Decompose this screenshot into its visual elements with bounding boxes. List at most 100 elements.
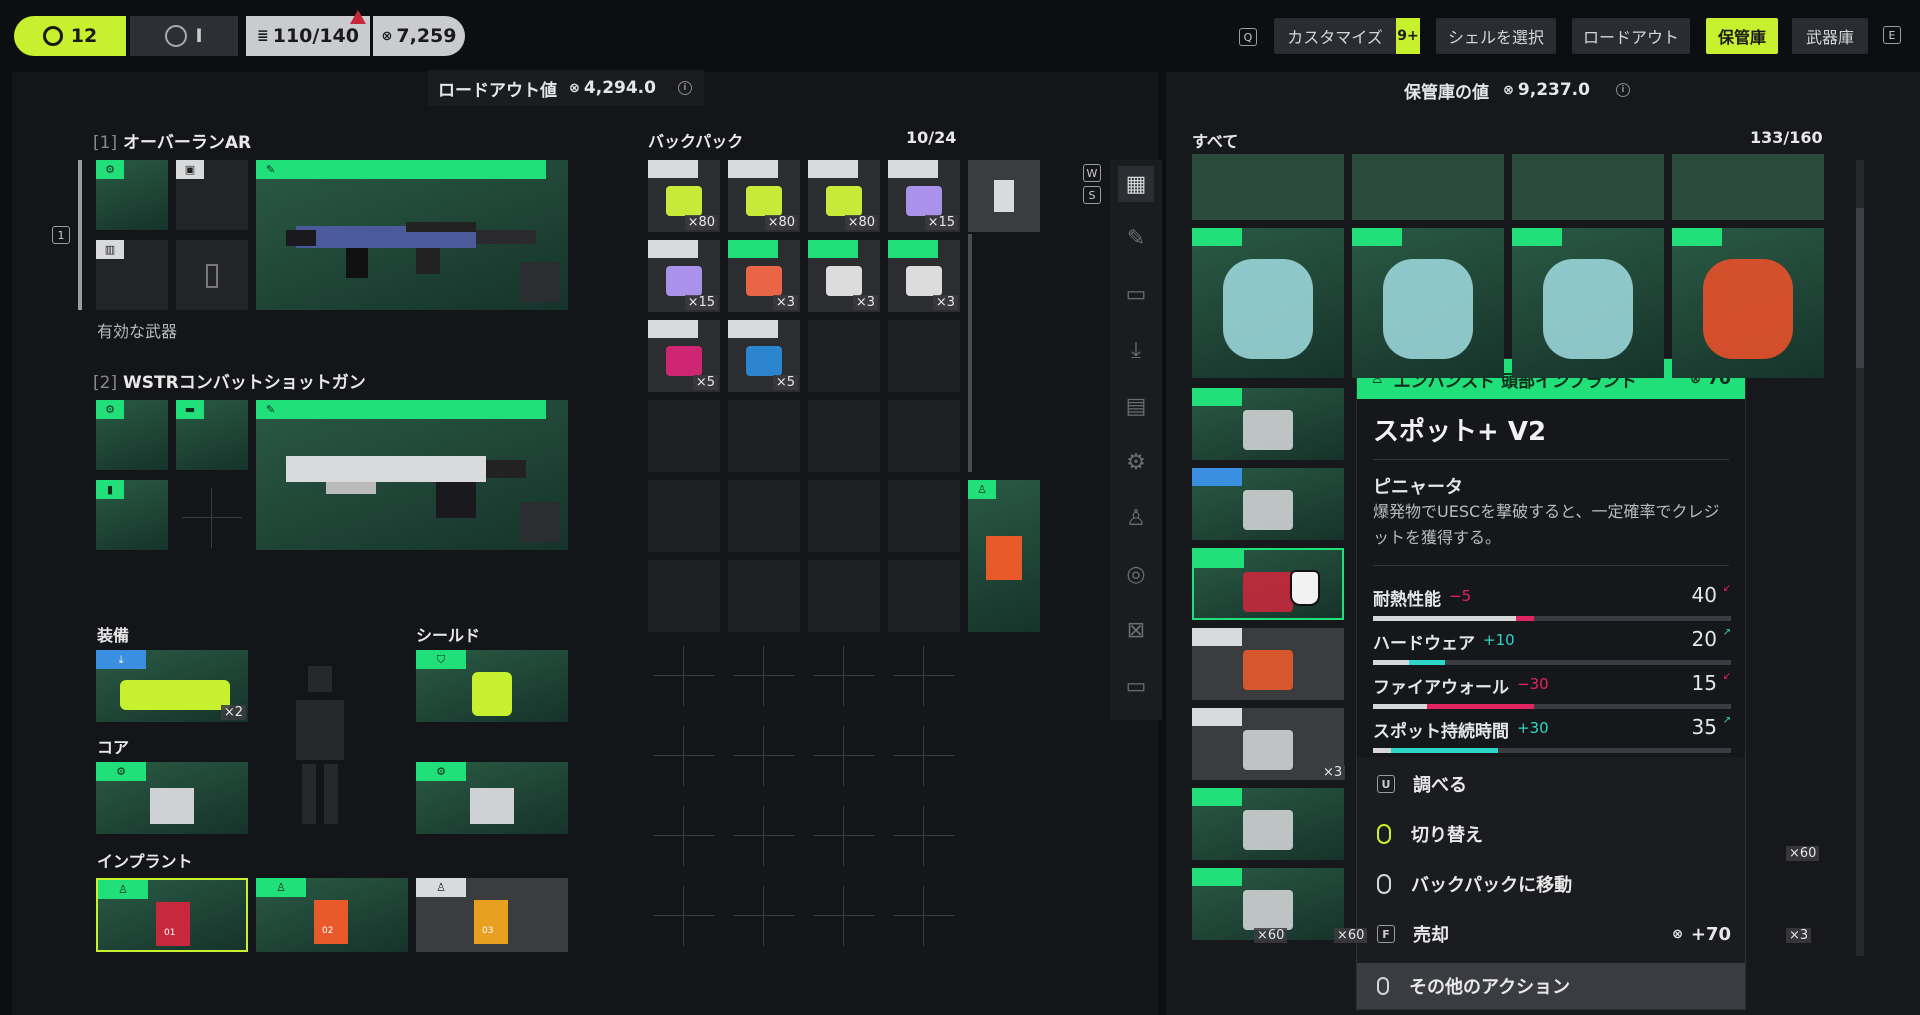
backpack-slot[interactable]: ×15: [648, 240, 720, 312]
tab-loadout[interactable]: ロードアウト: [1572, 18, 1690, 54]
implant-slot-legs[interactable]: ♙ 03: [416, 878, 568, 952]
backpack-slot[interactable]: [808, 400, 880, 472]
backpack-slot[interactable]: [888, 480, 960, 552]
weapon2-mod-slot[interactable]: ▮: [96, 480, 168, 550]
backpack-implant-slot[interactable]: ♙: [968, 480, 1040, 632]
weapon1-key: 1: [52, 226, 70, 244]
item-quantity: ×80: [764, 215, 798, 230]
stat-bar-fill: [1373, 660, 1409, 665]
vault-value: 9,237.0: [1517, 80, 1590, 100]
tab-customize[interactable]: カスタマイズ: [1274, 18, 1396, 54]
vault-item-slot[interactable]: [1672, 154, 1824, 220]
ammo-slot[interactable]: [520, 262, 560, 302]
ammo-filter-icon[interactable]: ▤: [1118, 388, 1154, 424]
stat-value: 40: [1691, 583, 1717, 607]
move-to-backpack-action[interactable]: バックパックに移動: [1357, 859, 1745, 909]
vault-value-bar: 保管庫の値 ⊗ 9,237.0 i: [1404, 76, 1630, 104]
backpack-slot[interactable]: [888, 560, 960, 632]
ammo-slot[interactable]: [520, 502, 560, 542]
salvage-filter-icon[interactable]: ⊠: [1118, 612, 1154, 648]
core-filter-icon[interactable]: ⚙: [1118, 444, 1154, 480]
backpack-slot[interactable]: ×80: [808, 160, 880, 232]
equipment-filter-icon[interactable]: ⤓: [1118, 332, 1154, 368]
toggle-action[interactable]: 切り替え: [1357, 809, 1745, 859]
item-icon: [1383, 259, 1473, 359]
more-actions-button[interactable]: その他のアクション: [1357, 963, 1745, 1009]
vault-item-slot[interactable]: [1352, 228, 1504, 378]
backpack-slot[interactable]: ×80: [728, 160, 800, 232]
vault-item-slot[interactable]: [1192, 548, 1344, 620]
vault-item-slot[interactable]: [1512, 154, 1664, 220]
vault-item-slot[interactable]: [1192, 154, 1344, 220]
mod-filter-icon[interactable]: ◎: [1118, 556, 1154, 592]
shield-slot[interactable]: ⛉: [416, 650, 568, 722]
item-type-tag: [1192, 468, 1242, 486]
item-type-tag: [1512, 228, 1562, 246]
backpack-slot[interactable]: ×5: [728, 320, 800, 392]
weapon2-mod-slot[interactable]: ⚙: [96, 400, 168, 470]
sell-action[interactable]: F 売却 ⊗ +70: [1357, 909, 1745, 959]
backpack-slot[interactable]: [808, 560, 880, 632]
backpack-slot[interactable]: ×3: [888, 240, 960, 312]
backpack-slot[interactable]: ×3: [728, 240, 800, 312]
weapon2-mod-slot[interactable]: ▬: [176, 400, 248, 470]
player-icon: [42, 26, 63, 46]
stat-bar-delta: [1516, 616, 1535, 621]
warning-icon: [350, 10, 366, 24]
backpack-slot[interactable]: [728, 560, 800, 632]
tab-vault[interactable]: 保管庫: [1706, 18, 1778, 54]
weapon2-slot[interactable]: ✎: [256, 400, 568, 550]
backpack-slot[interactable]: [648, 560, 720, 632]
weapon-filter-icon[interactable]: ✎: [1118, 220, 1154, 256]
item-type-tag: [648, 320, 698, 338]
backpack-slot[interactable]: [728, 400, 800, 472]
key-filter-icon[interactable]: ▭: [1118, 668, 1154, 704]
weapon1-mod-slot[interactable]: ⚙: [96, 160, 168, 230]
e-key-hint: E: [1883, 26, 1901, 44]
vault-item-slot[interactable]: [1672, 228, 1824, 378]
item-type-tag: [1192, 868, 1242, 886]
tab-armory[interactable]: 武器庫: [1792, 18, 1868, 54]
vault-item-slot[interactable]: [1192, 228, 1344, 378]
empty-backpack-slot: [894, 886, 954, 946]
vault-item-slot[interactable]: [1192, 468, 1344, 540]
item-tooltip: ♙ エンハンスド 頭部インプラント ⊗ 70 スポット+ V2 ピニャータ 爆発…: [1356, 358, 1746, 1010]
implant-slot-head[interactable]: ♙ 01: [96, 878, 248, 952]
weapon1-empty-mod-slot[interactable]: [176, 240, 248, 310]
backpack-slot[interactable]: ×80: [648, 160, 720, 232]
backpack-slot[interactable]: [888, 400, 960, 472]
weapon1-mod-slot[interactable]: ▣: [176, 160, 248, 230]
core-slot[interactable]: ⚙: [416, 762, 568, 834]
vault-item-slot[interactable]: [1192, 388, 1344, 460]
empty-backpack-slot: [734, 806, 794, 866]
vault-item-slot[interactable]: [1192, 788, 1344, 860]
implant-slot-torso[interactable]: ♙ 02: [256, 878, 408, 952]
empty-backpack-slot: [894, 646, 954, 706]
core-slot[interactable]: ⚙: [96, 762, 248, 834]
item-icon: [906, 266, 942, 296]
implant-filter-icon[interactable]: ♙: [1118, 500, 1154, 536]
empty-mod-slot[interactable]: [182, 488, 242, 548]
equipment-slot[interactable]: ⤓ ×2: [96, 650, 248, 722]
weapon1-mod-slot[interactable]: ▥: [96, 240, 168, 310]
backpack-slot[interactable]: ×3: [808, 240, 880, 312]
backpack-slot[interactable]: [728, 480, 800, 552]
vault-item-slot[interactable]: [1352, 154, 1504, 220]
weapon1-slot[interactable]: ✎: [256, 160, 568, 310]
vault-item-slot[interactable]: [1512, 228, 1664, 378]
backpack-slot[interactable]: ×5: [648, 320, 720, 392]
implant-icon: [314, 900, 348, 944]
backpack-slot[interactable]: [808, 320, 880, 392]
grid-all-icon[interactable]: ▦: [1118, 166, 1154, 202]
backpack-slot[interactable]: [888, 320, 960, 392]
item-name: スポット+ V2: [1373, 417, 1547, 447]
body-slot[interactable]: [968, 160, 1040, 232]
consumable-filter-icon[interactable]: ▭: [1118, 276, 1154, 312]
backpack-slot[interactable]: [648, 400, 720, 472]
backpack-slot[interactable]: [648, 480, 720, 552]
backpack-slot[interactable]: ×15: [888, 160, 960, 232]
vault-item-slot[interactable]: [1192, 628, 1344, 700]
backpack-slot[interactable]: [808, 480, 880, 552]
tab-select-shell[interactable]: シェルを選択: [1436, 18, 1556, 54]
inspect-action[interactable]: U 調べる: [1357, 759, 1745, 809]
